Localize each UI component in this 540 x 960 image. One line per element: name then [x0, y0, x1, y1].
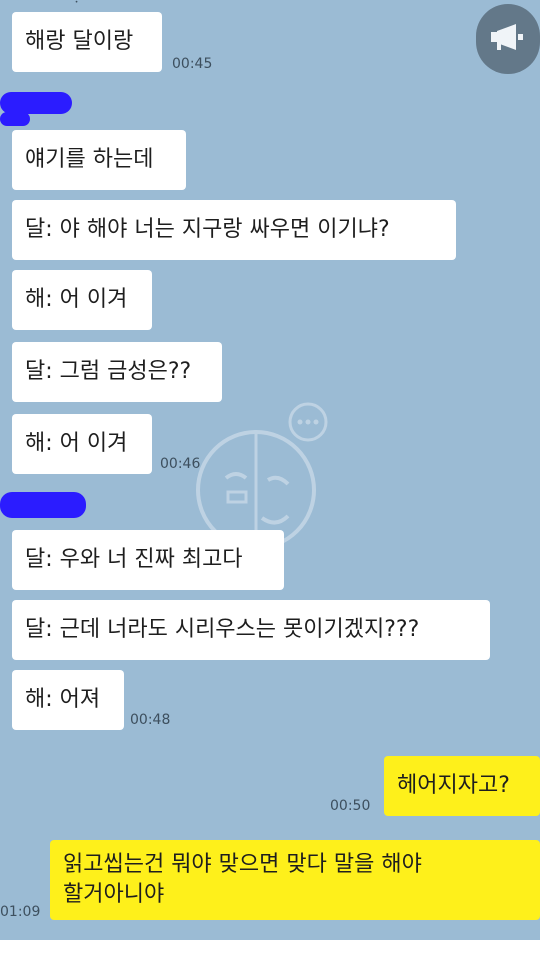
- message-text: 헤어지자고?: [397, 773, 510, 798]
- message-text: 해랑 달이랑: [25, 29, 134, 54]
- message-bubble-outgoing[interactable]: 헤어지자고?: [384, 756, 540, 816]
- watermark-face-icon: [186, 400, 336, 560]
- message-bubble-incoming[interactable]: 해: 어 이겨: [12, 270, 152, 330]
- message-bubble-outgoing[interactable]: 읽고씹는건 뭐야 맞으면 맞다 말을 해야 할거아니야: [50, 840, 540, 920]
- message-bubble-incoming[interactable]: 달: 그럼 금성은??: [12, 342, 222, 402]
- megaphone-icon: [488, 22, 528, 56]
- message-bubble-incoming[interactable]: 해: 어 이겨: [12, 414, 152, 474]
- message-text: 얘기를 하는데: [25, 147, 154, 172]
- message-text: 해: 어져: [25, 687, 101, 712]
- message-text: 달: 근데 너라도 시리우스는 못이기겠지???: [25, 617, 420, 642]
- message-bubble-incoming[interactable]: 해: 어져: [12, 670, 124, 730]
- message-bubble-incoming[interactable]: 얘기를 하는데: [12, 130, 186, 190]
- message-text: 해: 어 이겨: [25, 431, 128, 456]
- message-bubble-incoming[interactable]: 달: 야 해야 너는 지구랑 싸우면 이기냐?: [12, 200, 456, 260]
- redacted-sender-name: [0, 112, 30, 126]
- message-text-line: 할거아니야: [63, 882, 165, 907]
- chat-area: ㆍ 해랑 달이랑 00:45 얘기를 하는데 달: 야 해야 너는 지구랑 싸우…: [0, 0, 540, 960]
- message-time: 00:50: [330, 798, 371, 814]
- message-text: 달: 그럼 금성은??: [25, 359, 192, 384]
- message-text: 해: 어 이겨: [25, 287, 128, 312]
- message-bubble-incoming[interactable]: 달: 근데 너라도 시리우스는 못이기겠지???: [12, 600, 490, 660]
- message-bubble-incoming[interactable]: 해랑 달이랑: [12, 12, 162, 72]
- top-cropped-text: ㆍ: [70, 0, 83, 11]
- redacted-sender-name: [0, 492, 86, 518]
- message-time: 00:48: [130, 712, 171, 728]
- message-time: 00:45: [172, 56, 213, 72]
- notice-button[interactable]: [476, 4, 540, 74]
- message-text: 달: 야 해야 너는 지구랑 싸우면 이기냐?: [25, 217, 390, 242]
- message-text-line: 읽고씹는건 뭐야 맞으면 맞다 말을 해야: [63, 852, 422, 877]
- redacted-sender-name: [0, 92, 72, 114]
- message-time: 01:09: [0, 904, 41, 920]
- input-bar-edge: [0, 940, 540, 960]
